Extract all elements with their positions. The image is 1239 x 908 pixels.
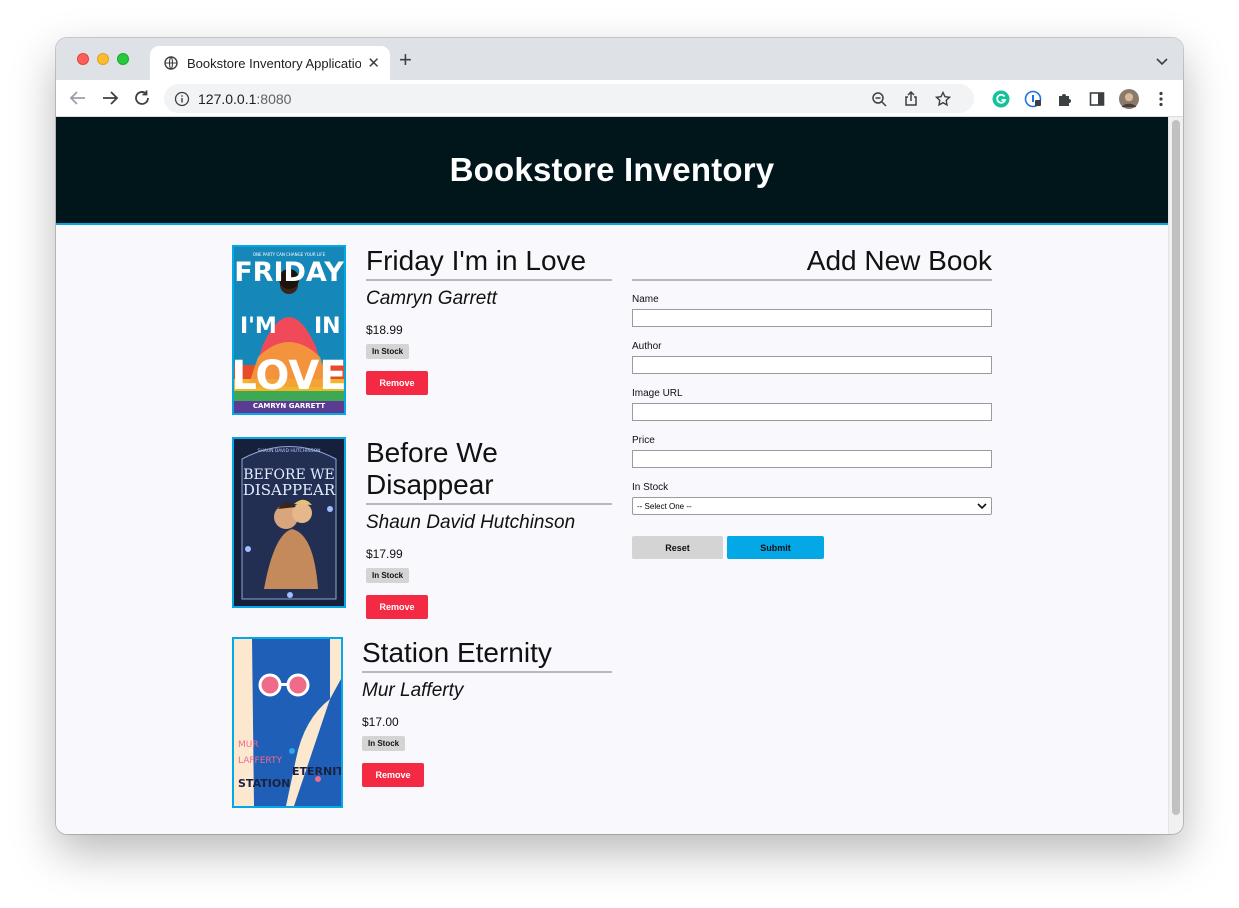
cover-author-1: MUR [238, 740, 259, 750]
submit-button[interactable]: Submit [727, 536, 824, 559]
cover-line4: LOVE [234, 353, 344, 399]
tab-bookstore[interactable]: Bookstore Inventory Applicatio ✕ [150, 46, 390, 80]
reset-button[interactable]: Reset [632, 536, 723, 559]
password-manager-icon[interactable] [1023, 89, 1043, 109]
globe-icon [164, 56, 178, 70]
book-price: $18.99 [366, 323, 403, 337]
url-text: 127.0.0.1:8080 [198, 91, 291, 107]
price-label: Price [632, 435, 655, 446]
stock-badge: In Stock [366, 568, 410, 583]
name-input[interactable] [632, 309, 992, 327]
book-price: $17.00 [362, 715, 399, 729]
reload-icon[interactable] [132, 88, 152, 108]
grammarly-icon[interactable] [991, 89, 1011, 109]
kebab-menu-icon[interactable] [1151, 89, 1171, 109]
remove-button[interactable]: Remove [366, 371, 428, 395]
name-label: Name [632, 294, 659, 305]
book-title: Before We Disappear [366, 437, 612, 505]
scrollbar[interactable] [1168, 117, 1183, 834]
form-title: Add New Book [632, 245, 992, 281]
remove-button[interactable]: Remove [366, 595, 428, 619]
author-input[interactable] [632, 356, 992, 374]
book-title: Station Eternity [362, 637, 612, 673]
book-info: Friday I'm in Love Camryn Garrett $18.99… [366, 245, 612, 395]
book-info: Station Eternity Mur Lafferty $17.00 In … [362, 637, 612, 787]
in-stock-select-value: -- Select One -- [637, 501, 692, 511]
info-icon[interactable] [174, 91, 190, 107]
minimize-window-button[interactable] [97, 53, 109, 65]
cover-line1: FRIDAY [234, 257, 344, 288]
book-cover-image: MUR LAFFERTY STATION ETERNITY [232, 637, 343, 808]
book-cover-image: SHAUN DAVID HUTCHINSON BEFORE WE DISAPPE… [232, 437, 346, 608]
remove-button[interactable]: Remove [362, 763, 424, 787]
maximize-window-button[interactable] [117, 53, 129, 65]
extensions-puzzle-icon[interactable] [1055, 89, 1075, 109]
image-url-label: Image URL [632, 388, 683, 399]
cover-line2: DISAPPEAR [243, 481, 336, 499]
close-window-button[interactable] [77, 53, 89, 65]
share-icon[interactable] [902, 90, 920, 108]
in-stock-label: In Stock [632, 482, 669, 493]
in-stock-select[interactable]: -- Select One -- [632, 497, 992, 515]
stock-badge: In Stock [362, 736, 406, 751]
cover-author-2: LAFFERTY [238, 756, 283, 766]
zoom-out-icon[interactable] [870, 90, 888, 108]
book-author: Shaun David Hutchinson [366, 512, 576, 533]
tab-title: Bookstore Inventory Applicatio [187, 55, 362, 71]
cover-title-2: ETERNITY [292, 765, 341, 778]
form-buttons: Reset Submit [632, 536, 992, 559]
cover-author: CAMRYN GARRETT [253, 402, 326, 410]
scrollbar-thumb[interactable] [1172, 120, 1180, 815]
forward-arrow-icon[interactable] [100, 88, 120, 108]
page-viewport: Bookstore Inventory ONE PARTY CAN CHANGE… [56, 117, 1168, 834]
book-author: Camryn Garrett [366, 288, 497, 309]
book-title: Friday I'm in Love [366, 245, 612, 281]
page-title: Bookstore Inventory [449, 151, 775, 188]
price-input[interactable] [632, 450, 992, 468]
cover-line3: IN [314, 314, 341, 339]
cover-author: SHAUN DAVID HUTCHINSON [257, 448, 320, 454]
url-host: 127.0.0.1 [198, 90, 257, 107]
url-port: :8080 [256, 90, 292, 107]
close-tab-icon[interactable]: ✕ [367, 56, 380, 71]
cover-line2: I'M [240, 314, 277, 339]
book-author: Mur Lafferty [362, 680, 464, 701]
author-label: Author [632, 341, 662, 352]
cover-title-1: STATION [238, 777, 290, 790]
image-url-input[interactable] [632, 403, 992, 421]
stock-badge: In Stock [366, 344, 410, 359]
add-book-form: Add New Book Name Author Image URL Price… [632, 245, 992, 559]
new-tab-button[interactable]: + [399, 49, 412, 71]
address-bar[interactable]: 127.0.0.1:8080 [164, 84, 974, 113]
chevron-down-icon [977, 502, 987, 509]
profile-avatar[interactable] [1119, 89, 1139, 109]
browser-window: Bookstore Inventory Applicatio ✕ + 127.0… [56, 38, 1183, 834]
bookmark-star-icon[interactable] [934, 90, 952, 108]
side-panel-icon[interactable] [1087, 89, 1107, 109]
tab-bar: Bookstore Inventory Applicatio ✕ + [56, 38, 1183, 80]
chevron-down-icon[interactable] [1155, 54, 1169, 66]
back-arrow-icon[interactable] [68, 88, 88, 108]
book-info: Before We Disappear Shaun David Hutchins… [366, 437, 612, 619]
browser-toolbar: 127.0.0.1:8080 [56, 80, 1183, 117]
book-cover-image: ONE PARTY CAN CHANGE YOUR LIFE FRIDAY I'… [232, 245, 346, 415]
page-header: Bookstore Inventory [56, 117, 1168, 225]
book-price: $17.99 [366, 547, 403, 561]
